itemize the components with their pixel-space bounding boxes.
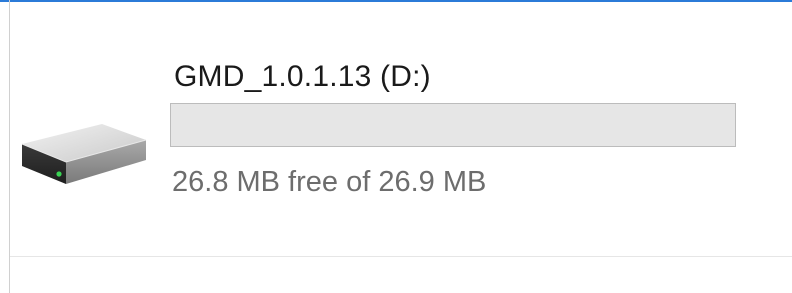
explorer-pane: GMD_1.0.1.13 (D:) 26.8 MB free of 26.9 M… — [0, 0, 792, 293]
drive-name-label: GMD_1.0.1.13 (D:) — [174, 60, 431, 93]
hard-drive-icon — [18, 118, 148, 194]
storage-usage-bar — [170, 103, 736, 147]
section-divider — [10, 256, 792, 257]
free-space-label: 26.8 MB free of 26.9 MB — [172, 166, 487, 198]
